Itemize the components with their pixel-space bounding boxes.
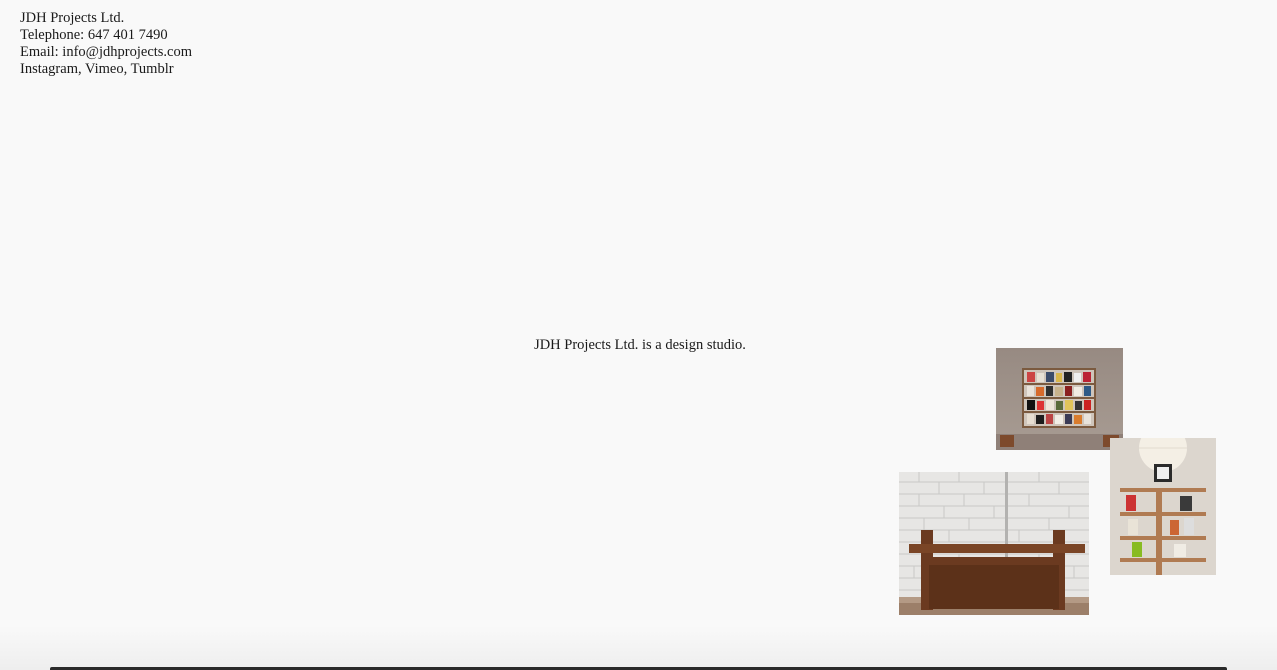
contact-block: JDH Projects Ltd. Telephone: 647 401 749… [20,10,192,78]
social-separator: , [123,61,131,77]
wall-shelf-image [996,348,1123,450]
project-thumbnail-wall-shelf[interactable] [996,348,1123,450]
telephone: Telephone: 647 401 7490 [20,27,168,43]
tumblr-link[interactable]: Tumblr [131,61,174,77]
email-link[interactable]: info@jdhprojects.com [62,44,192,60]
project-thumbnail-shelves-lamp[interactable] [1110,438,1216,575]
social-links: Instagram, Vimeo, Tumblr [20,61,192,78]
bench-image [899,472,1089,615]
bottom-edge-shadow [0,626,1277,670]
email-label: Email: [20,44,63,60]
project-thumbnail-bench[interactable] [899,472,1089,615]
shelves-lamp-image [1110,438,1216,575]
vimeo-link[interactable]: Vimeo [85,61,124,77]
instagram-link[interactable]: Instagram [20,61,78,77]
company-name: JDH Projects Ltd. [20,10,125,26]
email-line: Email: info@jdhprojects.com [20,44,192,61]
social-separator: , [77,61,85,77]
